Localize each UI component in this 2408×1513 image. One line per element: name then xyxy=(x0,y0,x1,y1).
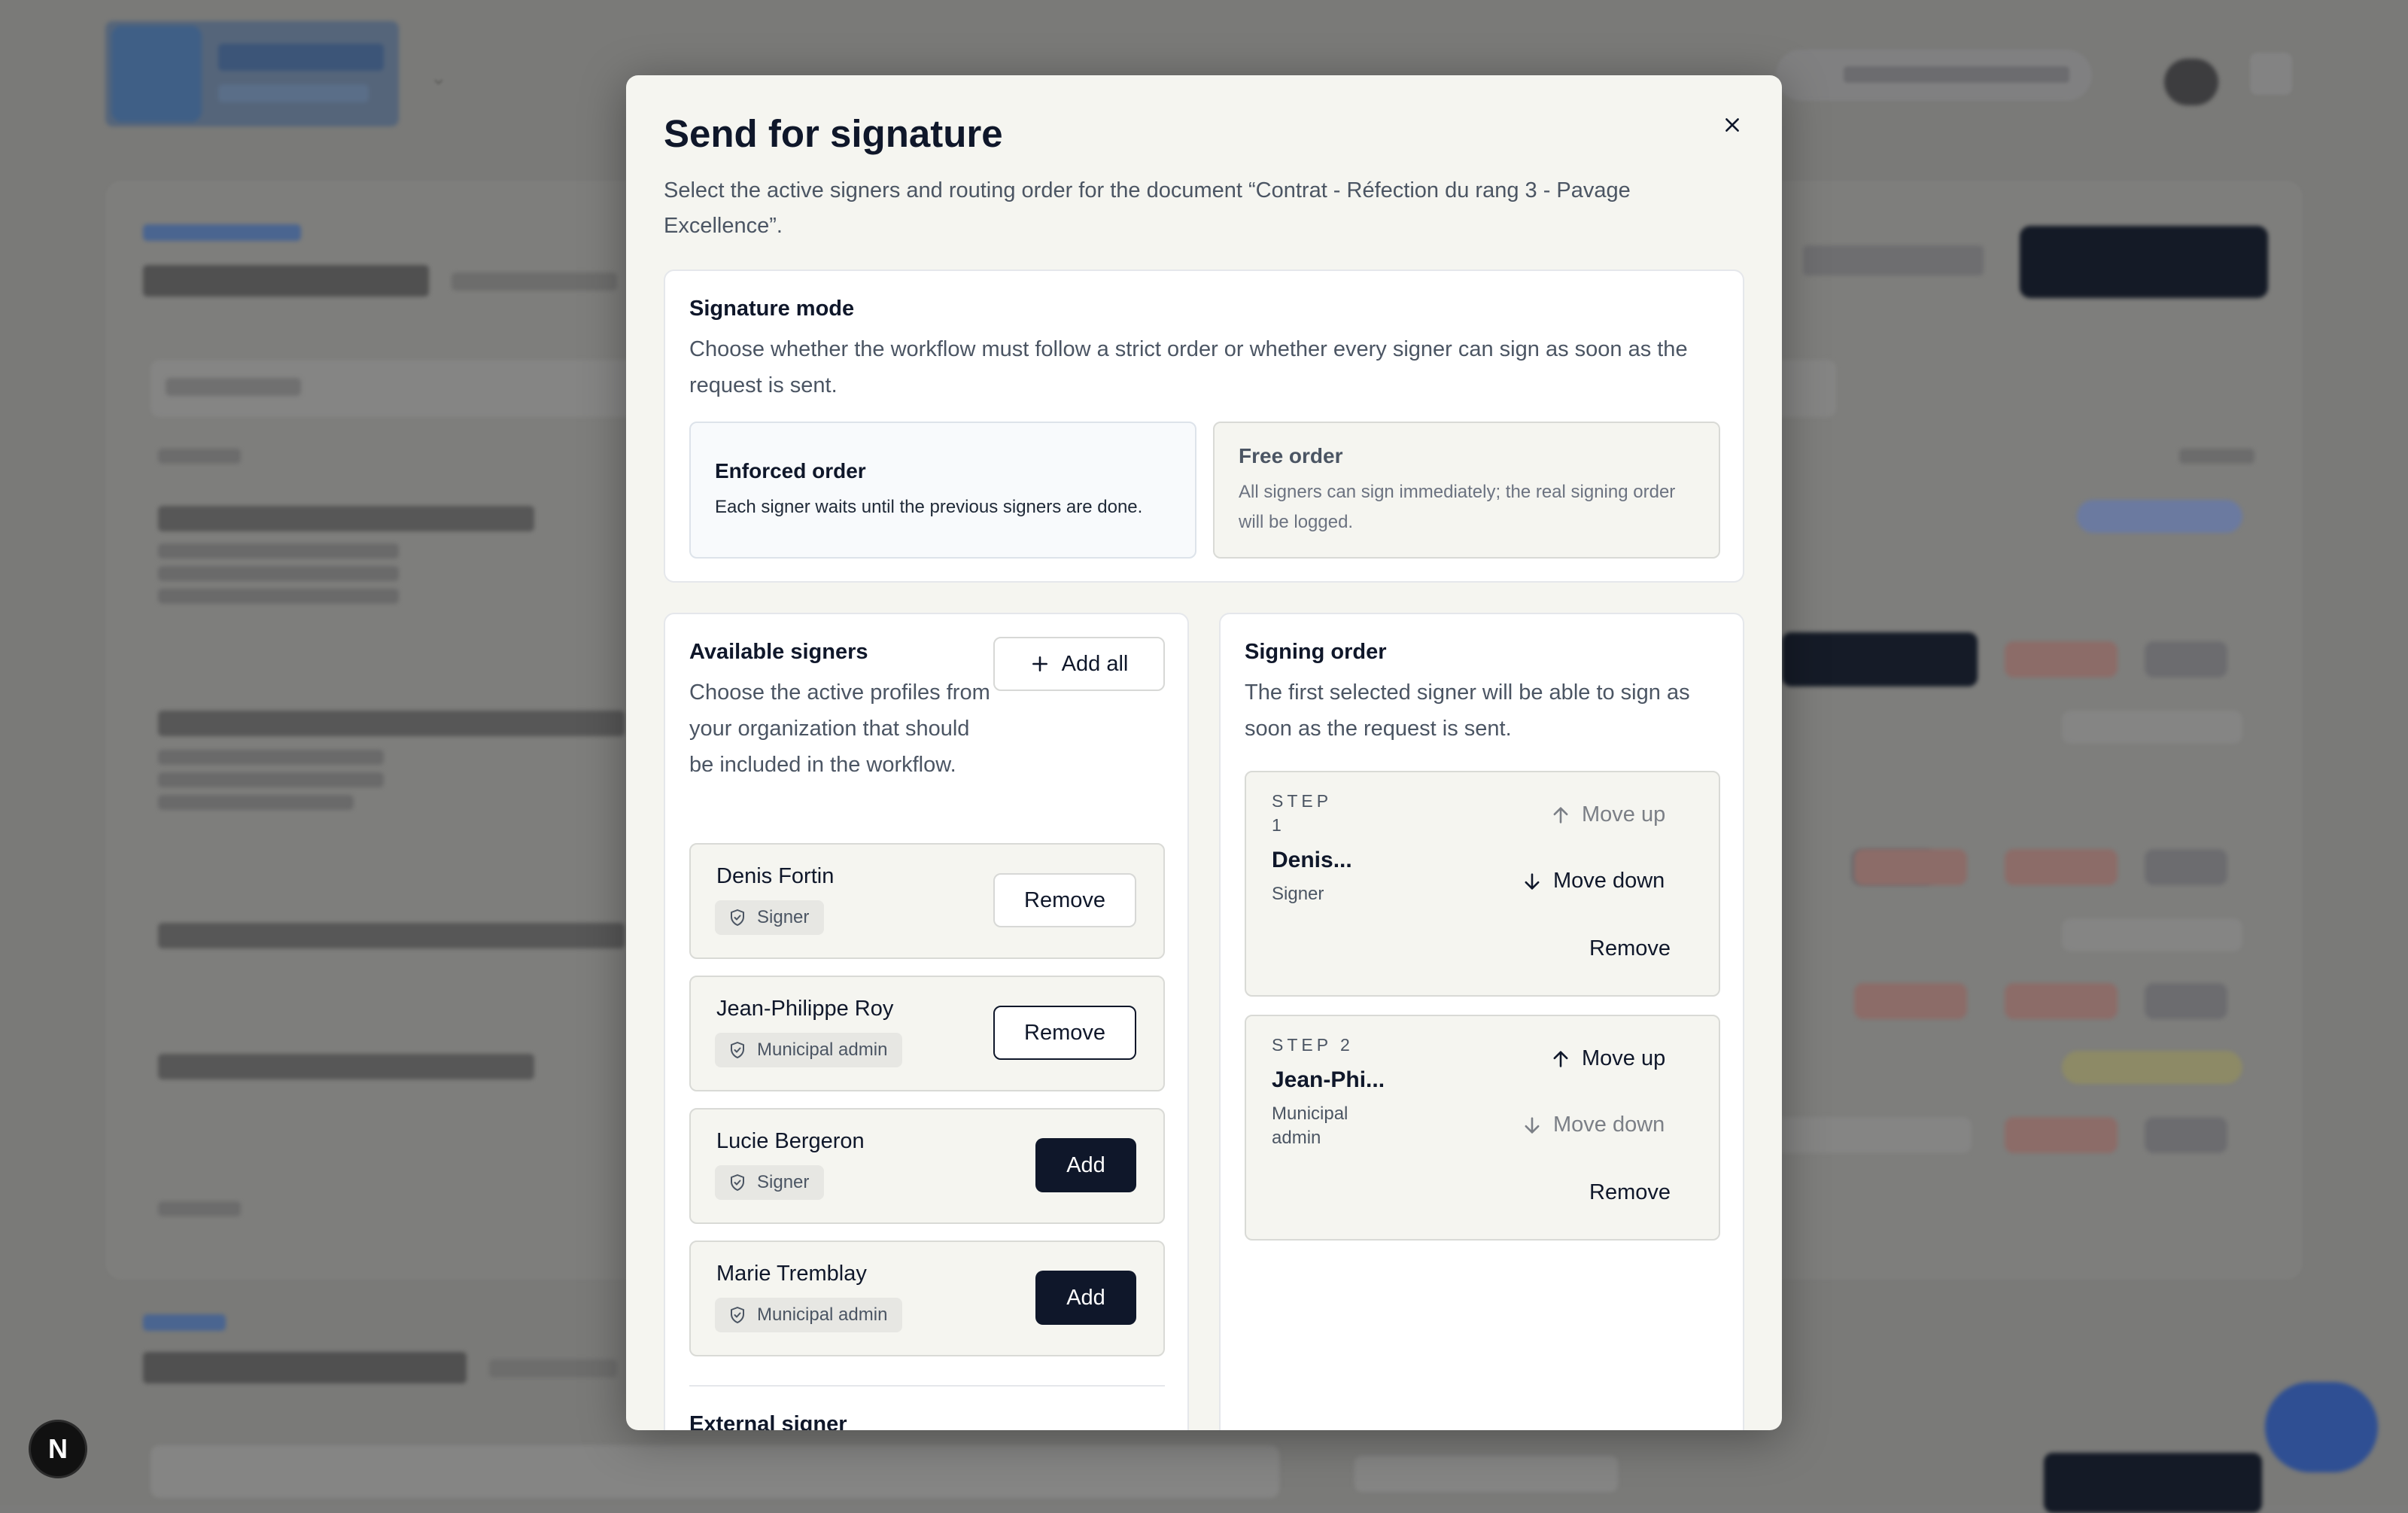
available-signers-title: Available signers xyxy=(689,640,868,664)
add-all-button[interactable]: Add all xyxy=(993,637,1165,691)
signer-card-denis-fortin: Denis Fortin Signer Remove xyxy=(689,843,1165,959)
available-signers-description: Choose the active profiles from your org… xyxy=(689,680,990,777)
signer-name: Marie Tremblay xyxy=(716,1262,867,1286)
move-down-button[interactable]: Move down xyxy=(1522,1113,1665,1137)
header-menu-button xyxy=(2250,53,2292,95)
available-signers-card: Available signers Choose the active prof… xyxy=(664,613,1189,1430)
move-down-label: Move down xyxy=(1553,869,1665,893)
signing-order-card: Signing order The first selected signer … xyxy=(1219,613,1744,1430)
arrow-up-icon xyxy=(1553,806,1568,823)
role-badge-label: Municipal admin xyxy=(757,1040,888,1060)
step-signer-role-cont: admin xyxy=(1272,1128,1321,1148)
remove-step-button[interactable]: Remove xyxy=(1589,936,1671,961)
arrow-down-icon xyxy=(1525,1116,1540,1134)
shield-check-icon xyxy=(731,1174,744,1191)
shield-check-icon xyxy=(731,1307,744,1323)
signature-mode-card: Signature mode Choose whether the workfl… xyxy=(664,269,1744,583)
role-badge: Municipal admin xyxy=(715,1033,903,1067)
arrow-up-icon xyxy=(1553,1050,1568,1067)
dialog-title: Send for signature xyxy=(664,112,1003,155)
signature-mode-title: Signature mode xyxy=(689,297,855,321)
background-primary-button xyxy=(2020,226,2268,298)
signer-name: Denis Fortin xyxy=(716,864,835,888)
background-bottom-button xyxy=(2044,1453,2262,1513)
move-up-button[interactable]: Move up xyxy=(1550,1046,1665,1071)
close-icon xyxy=(1725,118,1739,132)
role-badge: Signer xyxy=(715,1165,825,1200)
divider xyxy=(689,1385,1165,1387)
signer-name: Jean-Philippe Roy xyxy=(716,997,894,1021)
signer-card-marie-tremblay: Marie Tremblay Municipal admin Add xyxy=(689,1241,1165,1356)
signature-mode-description: Choose whether the workflow must follow … xyxy=(689,337,1688,397)
shield-check-icon xyxy=(731,909,744,926)
move-down-button[interactable]: Move down xyxy=(1522,869,1665,893)
button-label: Remove xyxy=(1024,887,1105,912)
move-up-button[interactable]: Move up xyxy=(1550,802,1665,827)
role-badge-label: Signer xyxy=(757,1172,810,1192)
button-label: Add xyxy=(1066,1152,1105,1177)
move-up-label: Move up xyxy=(1582,1046,1666,1070)
arrow-down-icon xyxy=(1525,872,1540,890)
step-label: STEP xyxy=(1272,791,1333,811)
signing-step-2: STEP 2 Jean-Phi... Municipal admin Move … xyxy=(1245,1015,1720,1241)
background-fab xyxy=(2265,1382,2378,1472)
role-badge: Signer xyxy=(715,900,825,935)
plus-icon xyxy=(1032,656,1047,671)
signer-name: Lucie Bergeron xyxy=(716,1129,865,1153)
move-down-label: Move down xyxy=(1553,1113,1665,1137)
remove-step-button[interactable]: Remove xyxy=(1589,1180,1671,1205)
step-signer-role: Municipal xyxy=(1272,1104,1348,1124)
shield-check-icon xyxy=(731,1042,744,1058)
send-for-signature-dialog: Send for signature Select the active sig… xyxy=(626,75,1782,1430)
signer-card-lucie-bergeron: Lucie Bergeron Signer Add xyxy=(689,1108,1165,1224)
remove-step-label: Remove xyxy=(1589,936,1671,960)
step-signer-name: Jean-Phi... xyxy=(1272,1067,1385,1092)
add-all-label: Add all xyxy=(1061,651,1129,676)
dev-tools-badge[interactable]: N xyxy=(29,1420,87,1478)
close-button[interactable] xyxy=(1714,107,1750,143)
step-number: 1 xyxy=(1272,815,1285,835)
signing-order-title: Signing order xyxy=(1245,640,1387,664)
header-search-pill xyxy=(1776,50,2092,101)
avatar xyxy=(2164,59,2218,105)
external-signer-title: External signer xyxy=(689,1412,847,1430)
option-free-order-text: All signers can sign immediately; the re… xyxy=(1239,482,1676,532)
remove-step-label: Remove xyxy=(1589,1180,1671,1204)
button-label: Remove xyxy=(1024,1020,1105,1045)
button-label: Add xyxy=(1066,1285,1105,1310)
chevron-down-icon: ⌄ xyxy=(430,66,447,89)
role-badge: Municipal admin xyxy=(715,1298,903,1332)
remove-signer-button[interactable]: Remove xyxy=(993,873,1136,927)
role-badge-label: Signer xyxy=(757,907,810,927)
step-signer-name: Denis... xyxy=(1272,848,1352,872)
option-enforced-order-text: Each signer waits until the previous sig… xyxy=(715,497,1143,517)
add-signer-button[interactable]: Add xyxy=(1035,1138,1136,1192)
role-badge-label: Municipal admin xyxy=(757,1304,888,1325)
option-free-order-title: Free order xyxy=(1239,444,1343,467)
step-signer-role: Signer xyxy=(1272,884,1324,904)
add-signer-button[interactable]: Add xyxy=(1035,1271,1136,1325)
option-enforced-order[interactable]: Enforced order Each signer waits until t… xyxy=(689,422,1196,559)
move-up-label: Move up xyxy=(1582,802,1666,827)
step-label: STEP 2 xyxy=(1272,1035,1354,1055)
signer-card-jean-philippe-roy: Jean-Philippe Roy Municipal admin Remove xyxy=(689,976,1165,1091)
signing-step-1: STEP 1 Denis... Signer Move up Move down… xyxy=(1245,771,1720,997)
app-logo xyxy=(105,21,399,126)
signing-order-description: The first selected signer will be able t… xyxy=(1245,680,1690,741)
option-free-order[interactable]: Free order All signers can sign immediat… xyxy=(1213,422,1720,559)
remove-signer-button[interactable]: Remove xyxy=(993,1006,1136,1060)
dialog-description: Select the active signers and routing or… xyxy=(664,178,1631,238)
option-enforced-order-title: Enforced order xyxy=(715,459,866,483)
